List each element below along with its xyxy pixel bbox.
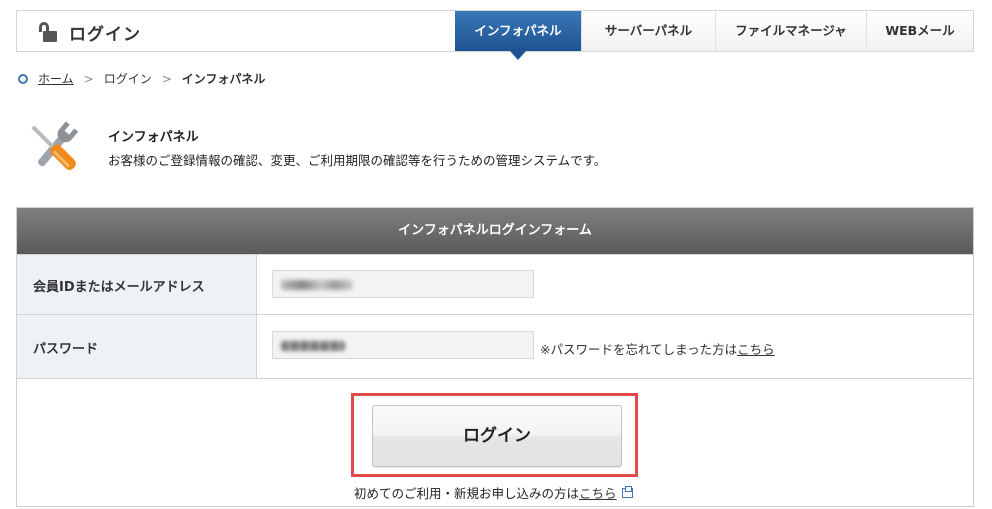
forgot-password-link[interactable]: こちら [737, 342, 775, 357]
unlock-icon [37, 21, 59, 44]
external-link-icon [621, 485, 633, 498]
form-header: インフォパネルログインフォーム [17, 208, 973, 254]
page-title: ログイン [69, 25, 141, 45]
tab-bar: インフォパネル サーバーパネル ファイルマネージャ WEBメール [455, 11, 973, 60]
breadcrumb: ホーム > ログイン > インフォパネル [18, 70, 265, 87]
breadcrumb-current: インフォパネル [181, 72, 266, 86]
tab-file-manager[interactable]: ファイルマネージャ [715, 11, 866, 51]
tab-webmail[interactable]: WEBメール [866, 11, 973, 51]
new-registration-link[interactable]: こちら [579, 483, 617, 502]
member-id-label: 会員IDまたはメールアドレス [17, 255, 257, 315]
member-id-row: 会員IDまたはメールアドレス [17, 254, 973, 315]
header-bar: ログイン インフォパネル サーバーパネル ファイルマネージャ WEBメール [16, 10, 974, 60]
tab-server-panel[interactable]: サーバーパネル [581, 11, 715, 51]
forgot-password-prefix: ※パスワードを忘れてしまった方は [540, 342, 738, 357]
password-input[interactable] [272, 331, 534, 359]
login-button[interactable]: ログイン [372, 405, 622, 467]
submit-row: ログイン 初めてのご利用・新規お申し込みの方は こちら [17, 378, 973, 509]
new-registration-prefix: 初めてのご利用・新規お申し込みの方は [354, 486, 580, 501]
tools-icon [31, 121, 79, 170]
member-id-input[interactable] [272, 270, 534, 298]
password-label: パスワード [17, 315, 257, 379]
header-title-group: ログイン [37, 20, 141, 45]
chevron-right-icon: > [83, 71, 94, 86]
breadcrumb-dot-icon [18, 73, 28, 84]
intro-description: お客様のご登録情報の確認、変更、ご利用期限の確認等を行うための管理システムです。 [108, 153, 607, 168]
tab-info-panel[interactable]: インフォパネル [455, 11, 581, 60]
login-form: インフォパネルログインフォーム 会員IDまたはメールアドレス パスワード ※パス… [16, 207, 974, 507]
masked-password [281, 341, 345, 351]
chevron-right-icon: > [161, 71, 172, 86]
masked-user-id [281, 280, 353, 290]
breadcrumb-home-link[interactable]: ホーム [38, 70, 74, 87]
new-registration-text: 初めてのご利用・新規お申し込みの方は こちら [354, 483, 633, 502]
breadcrumb-login: ログイン [103, 72, 152, 86]
forgot-password-text: ※パスワードを忘れてしまった方はこちら [540, 339, 775, 358]
intro-title: インフォパネル [108, 130, 199, 145]
password-row: パスワード ※パスワードを忘れてしまった方はこちら [17, 314, 973, 379]
